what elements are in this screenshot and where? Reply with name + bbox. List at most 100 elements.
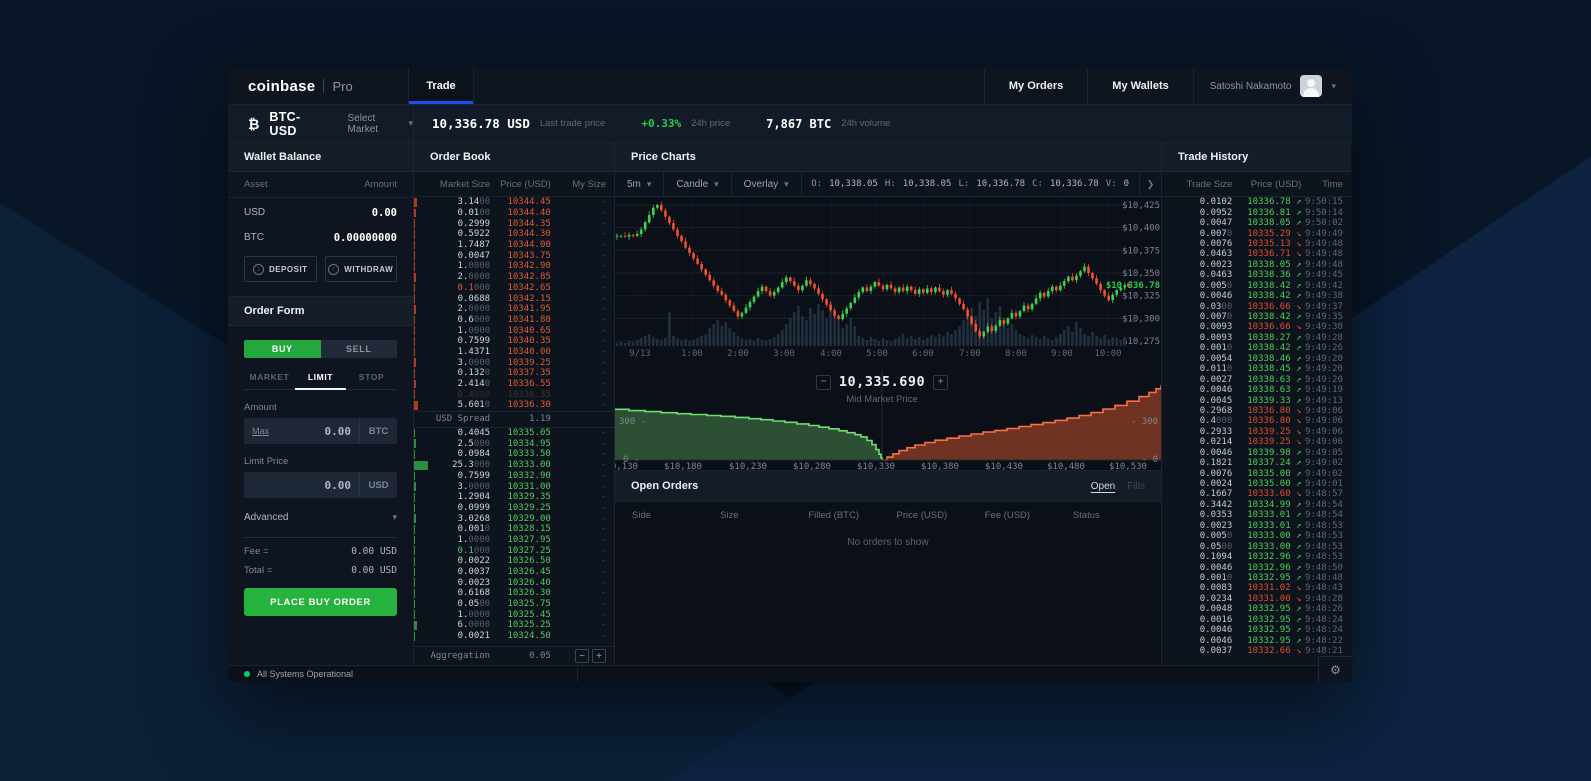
order-book-row[interactable]: 2.5000 10334.95 -	[414, 438, 614, 449]
tab-stop[interactable]: STOP	[346, 372, 397, 389]
mid-market-decrease-button[interactable]: −	[815, 374, 831, 390]
order-book-row[interactable]: 2.0000 10342.85 -	[414, 272, 614, 283]
trade-row: 0.0102 10336.78 ↗ 9:50:15	[1199, 197, 1343, 208]
order-book-row[interactable]: 25.3000 10333.00 -	[414, 460, 614, 471]
gear-icon: ⚙	[1330, 662, 1341, 677]
order-book-row[interactable]: 0.0047 10343.75 -	[414, 250, 614, 261]
svg-text:2:00: 2:00	[727, 349, 749, 359]
account-menu[interactable]: Satoshi Nakamoto ▾	[1192, 68, 1352, 104]
order-book-row[interactable]: 0.1000 10327.25 -	[414, 545, 614, 556]
limit-price-field[interactable]: 0.00 USD	[244, 472, 397, 498]
svg-text:$10,375: $10,375	[1122, 246, 1160, 256]
order-type-tabs: MARKET LIMIT STOP	[244, 372, 397, 390]
tab-limit[interactable]: LIMIT	[295, 372, 346, 390]
sell-tab[interactable]: SELL	[320, 340, 397, 358]
order-book-row[interactable]: 0.0010 10328.15 -	[414, 524, 614, 535]
candlestick-chart[interactable]: 9/13 1:00 2:00 3:00 4:00 5:00 6:00 7:00 8:00 9:00…	[615, 197, 1161, 360]
order-book-row[interactable]: 0.4000 10336.35 -	[414, 389, 614, 400]
order-book-panel: Order Book Market Size Price (USD) My Si…	[413, 143, 614, 665]
logo-pro-label: Pro	[332, 78, 353, 94]
order-book-row[interactable]: 2.0000 10341.95 -	[414, 304, 614, 315]
collapse-panel-icon[interactable]: ❯	[1139, 172, 1161, 196]
nav-my-wallets[interactable]: My Wallets	[1087, 68, 1192, 104]
balance-asset: USD	[244, 207, 266, 218]
logo[interactable]: coinbase Pro	[228, 68, 408, 104]
order-book-row[interactable]: 0.7599 10340.35 -	[414, 336, 614, 347]
interval-dropdown[interactable]: 5m ▾	[615, 172, 665, 196]
order-book-row[interactable]: 6.0000 10325.25 -	[414, 620, 614, 631]
price-column: Price (USD)	[500, 178, 551, 190]
select-market-dropdown[interactable]: Select Market ▾	[348, 113, 414, 135]
order-book-row[interactable]: 0.0984 10333.50 -	[414, 449, 614, 460]
svg-text:6:00: 6:00	[912, 349, 934, 359]
order-book-row[interactable]: 2.4140 10336.55 -	[414, 379, 614, 390]
tab-trade[interactable]: Trade	[408, 68, 474, 104]
depth-bar	[414, 450, 415, 459]
order-book-row[interactable]: 0.0022 10326.50 -	[414, 556, 614, 567]
order-book-row[interactable]: 5.6010 10336.30 -	[414, 400, 614, 411]
trade-row: 0.0050 10338.42 ↗ 9:49:42	[1199, 280, 1343, 291]
trade-row: 0.0047 10338.05 ↗ 9:50:02	[1199, 218, 1343, 229]
depth-bar	[414, 294, 415, 303]
order-book-row[interactable]: 0.0037 10326.45 -	[414, 567, 614, 578]
last-trade-price: 10,336.78 USD	[432, 116, 530, 131]
overlay-dropdown[interactable]: Overlay ▾	[732, 172, 802, 196]
order-book-row[interactable]: 1.2904 10329.35 -	[414, 492, 614, 503]
advanced-toggle[interactable]: Advanced ▾	[244, 510, 397, 538]
order-book-row[interactable]: 1.0000 10340.65 -	[414, 325, 614, 336]
order-book-row[interactable]: 1.7487 10344.00 -	[414, 240, 614, 251]
trade-row: 0.0500 10333.00 ↗ 9:48:53	[1199, 541, 1343, 552]
settings-button[interactable]: ⚙	[1318, 656, 1352, 682]
order-book-row[interactable]: 3.0000 10339.25 -	[414, 357, 614, 368]
aggregation-increase-button[interactable]: +	[591, 649, 606, 663]
svg-text:$10,400: $10,400	[1122, 224, 1160, 234]
order-book-row[interactable]: 0.1320 10337.35 -	[414, 368, 614, 379]
tab-fills[interactable]: Fills	[1127, 481, 1145, 492]
order-book-row[interactable]: 3.0000 10331.00 -	[414, 481, 614, 492]
order-book-row[interactable]: 0.7599 10332.90 -	[414, 471, 614, 482]
aggregation-decrease-button[interactable]: −	[574, 649, 589, 663]
svg-text:$10,230: $10,230	[729, 462, 767, 470]
deposit-button[interactable]: ↓ DEPOSIT	[244, 256, 317, 282]
order-book-row[interactable]: 0.4045 10335.05 -	[414, 428, 614, 439]
order-book-row[interactable]: 0.0999 10329.25 -	[414, 503, 614, 514]
fee-value: 0.00 USD	[351, 546, 397, 557]
order-book-row[interactable]: 0.6168 10326.30 -	[414, 588, 614, 599]
mid-market-increase-button[interactable]: +	[933, 374, 949, 390]
order-book-row[interactable]: 0.0688 10342.15 -	[414, 293, 614, 304]
svg-text:$10,530: $10,530	[1109, 462, 1147, 470]
tab-open[interactable]: Open	[1091, 481, 1115, 492]
svg-text:$10,425: $10,425	[1122, 201, 1160, 211]
tab-market[interactable]: MARKET	[244, 372, 295, 389]
order-book-row[interactable]: 1.4371 10340.00 -	[414, 347, 614, 358]
order-book-row[interactable]: 1.0000 10325.45 -	[414, 609, 614, 620]
trade-row: 0.0070 10335.29 ↘ 9:49:49	[1199, 228, 1343, 239]
order-book-row[interactable]: 1.0000 10327.95 -	[414, 535, 614, 546]
system-status[interactable]: All Systems Operational	[228, 666, 578, 682]
place-buy-order-button[interactable]: PLACE BUY ORDER	[244, 588, 397, 616]
order-book-row[interactable]: 1.0000 10342.90 -	[414, 261, 614, 272]
chevron-down-icon: ▾	[392, 512, 397, 522]
amount-field[interactable]: Max 0.00 BTC	[244, 418, 397, 444]
buy-tab[interactable]: BUY	[244, 340, 321, 358]
order-book-row[interactable]: 0.0500 10325.75 -	[414, 599, 614, 610]
max-link[interactable]: Max	[252, 426, 269, 436]
order-book-row[interactable]: 0.1000 10342.65 -	[414, 283, 614, 294]
order-book-row[interactable]: 0.0021 10324.50 -	[414, 631, 614, 642]
order-book-row[interactable]: 3.0268 10329.00 -	[414, 513, 614, 524]
trade-row: 0.0110 10338.45 ↗ 9:49:20	[1199, 364, 1343, 375]
withdraw-button[interactable]: ↑ WITHDRAW	[324, 256, 397, 282]
trade-row: 0.0023 10333.01 ↗ 9:48:53	[1199, 520, 1343, 531]
order-book-row[interactable]: 0.6000 10341.80 -	[414, 315, 614, 326]
balance-amount: 0.00	[371, 206, 397, 219]
order-book-row[interactable]: 3.1400 10344.45 -	[414, 197, 614, 208]
depth-bar	[414, 428, 415, 438]
order-book-row[interactable]: 0.0023 10326.40 -	[414, 577, 614, 588]
order-book-row[interactable]: 0.5922 10344.30 -	[414, 229, 614, 240]
nav-my-orders[interactable]: My Orders	[983, 68, 1087, 104]
order-book-row[interactable]: 0.0100 10344.40 -	[414, 208, 614, 219]
chart-type-dropdown[interactable]: Candle ▾	[664, 172, 732, 196]
depth-chart[interactable]: 300 -0 -- 300- 0$10,130$10,180$10,230$10…	[615, 360, 1161, 470]
order-book-row[interactable]: 0.2999 10344.35 -	[414, 218, 614, 229]
